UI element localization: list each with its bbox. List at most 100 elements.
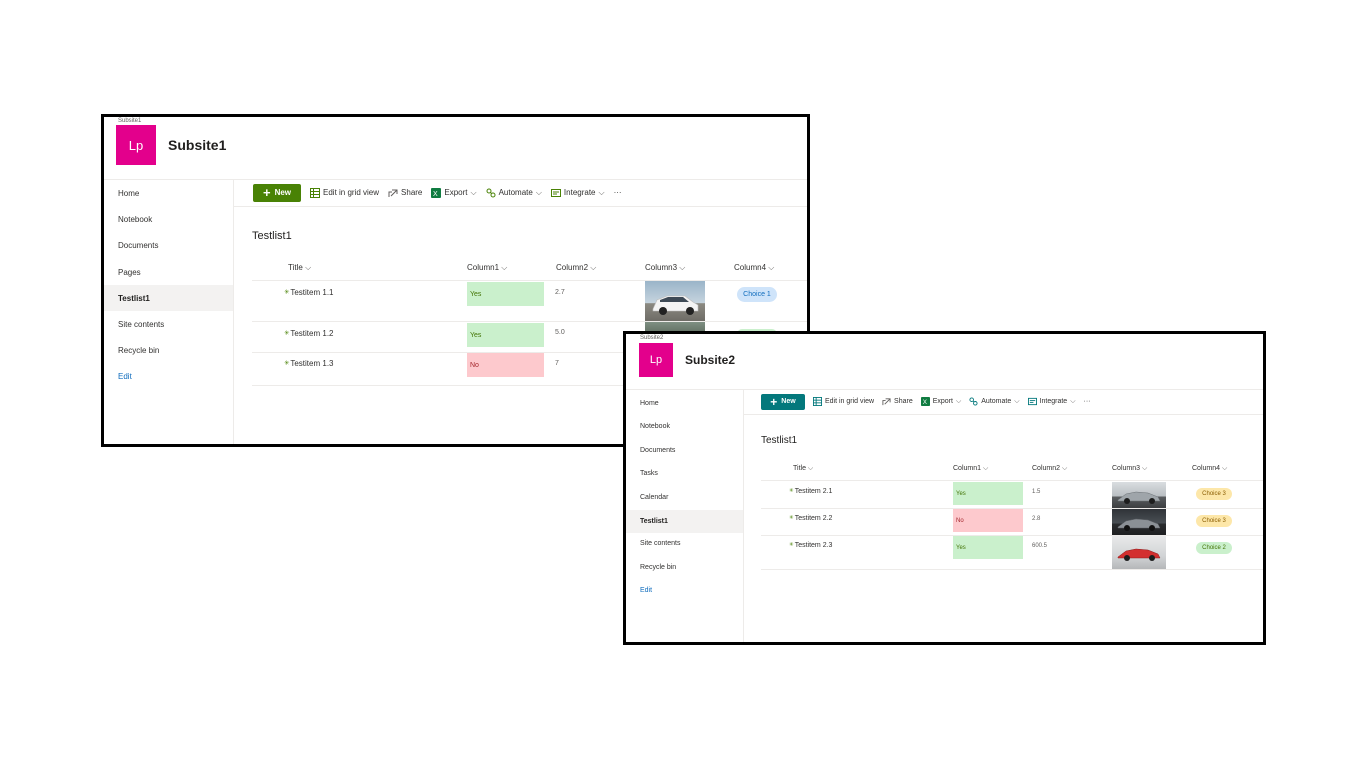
nav-item-edit[interactable]: Edit xyxy=(104,366,233,386)
car-thumbnail-image[interactable] xyxy=(1112,536,1166,569)
chevron-down-icon: ⌵ xyxy=(1014,397,1020,405)
breadcrumb[interactable]: Subsite2 xyxy=(640,335,663,341)
new-button[interactable]: + New xyxy=(253,183,301,202)
site-logo[interactable]: Lp xyxy=(116,125,156,165)
nav-item-documents[interactable]: Documents xyxy=(104,235,233,255)
nav-item-documents[interactable]: Documents xyxy=(626,441,743,459)
chevron-down-icon: ⌵ xyxy=(598,187,605,197)
header-divider xyxy=(104,179,807,180)
chevron-down-icon: ⌵ xyxy=(470,187,477,197)
chevron-down-icon: ⌵ xyxy=(501,263,508,272)
column-header-column2[interactable]: Column2 ⌵ xyxy=(556,263,596,273)
excel-icon: X xyxy=(920,397,930,406)
chevron-down-icon: ⌵ xyxy=(1070,397,1076,405)
header-row-divider xyxy=(761,480,1263,481)
table-row-title[interactable]: ✳Testitem 2.1 xyxy=(789,488,832,495)
command-bar: + New Edit in grid view Share X Export ⌵… xyxy=(253,183,622,202)
list-title: Testlist1 xyxy=(761,435,798,446)
column-header-column4[interactable]: Column4 ⌵ xyxy=(734,263,774,273)
new-item-icon: ✳ xyxy=(284,330,290,337)
site-title[interactable]: Subsite1 xyxy=(168,137,226,153)
column2-cell: 2.8 xyxy=(1032,516,1041,522)
integrate-icon xyxy=(1027,397,1037,406)
command-bar-divider xyxy=(234,206,807,207)
nav-item-tasks[interactable]: Tasks xyxy=(626,464,743,482)
chevron-down-icon: ⌵ xyxy=(982,465,989,472)
new-item-icon: ✳ xyxy=(789,515,794,521)
table-row-title[interactable]: ✳Testitem 1.2 xyxy=(284,329,334,338)
nav-item-testlist1[interactable]: Testlist1 xyxy=(626,510,743,533)
automate-icon xyxy=(969,397,978,406)
column-header-column3[interactable]: Column3 ⌵ xyxy=(1112,465,1147,473)
column2-cell: 7 xyxy=(555,360,559,367)
column-header-column1[interactable]: Column1 ⌵ xyxy=(467,263,507,273)
chevron-down-icon: ⌵ xyxy=(768,263,775,272)
nav-divider xyxy=(743,390,744,642)
automate-button[interactable]: Automate ⌵ xyxy=(486,188,542,198)
column-header-column4[interactable]: Column4 ⌵ xyxy=(1192,465,1227,473)
car-thumbnail-image[interactable] xyxy=(1112,509,1166,535)
share-button[interactable]: Share xyxy=(388,188,422,198)
header-divider xyxy=(626,389,1263,390)
red-sports-car-image xyxy=(1117,548,1161,561)
column-header-title[interactable]: Title ⌵ xyxy=(288,263,311,273)
column1-cell: Yes xyxy=(467,282,544,306)
new-item-icon: ✳ xyxy=(284,360,290,367)
new-button[interactable]: + New xyxy=(761,393,805,410)
nav-item-site-contents[interactable]: Site contents xyxy=(104,314,233,334)
table-row-title[interactable]: ✳Testitem 2.3 xyxy=(789,542,832,549)
nav-item-notebook[interactable]: Notebook xyxy=(626,417,743,435)
site-logo[interactable]: Lp xyxy=(639,343,673,377)
automate-button[interactable]: Automate ⌵ xyxy=(969,397,1020,406)
edit-grid-view-button[interactable]: Edit in grid view xyxy=(310,187,379,198)
grid-icon xyxy=(813,397,822,406)
column2-cell: 2.7 xyxy=(555,289,565,296)
table-row-title[interactable]: ✳Testitem 1.3 xyxy=(284,359,334,368)
table-row-title[interactable]: ✳Testitem 2.2 xyxy=(789,515,832,522)
new-item-icon: ✳ xyxy=(284,289,290,296)
nav-item-recycle-bin[interactable]: Recycle bin xyxy=(104,340,233,360)
column-header-title[interactable]: Title ⌵ xyxy=(793,465,813,473)
chevron-down-icon: ⌵ xyxy=(1141,465,1148,472)
nav-item-calendar[interactable]: Calendar xyxy=(626,488,743,506)
column-header-column3[interactable]: Column3 ⌵ xyxy=(645,263,685,273)
silver-sports-car-image xyxy=(1117,491,1161,504)
nav-item-site-contents[interactable]: Site contents xyxy=(626,534,743,552)
more-options-button[interactable]: ··· xyxy=(1084,398,1091,405)
column1-cell: No xyxy=(467,353,544,377)
car-thumbnail-image[interactable] xyxy=(645,281,705,321)
table-row-title[interactable]: ✳Testitem 1.1 xyxy=(284,288,334,297)
command-bar-divider xyxy=(744,414,1263,415)
nav-item-recycle-bin[interactable]: Recycle bin xyxy=(626,558,743,576)
nav-item-home[interactable]: Home xyxy=(626,394,743,412)
plus-icon: + xyxy=(262,185,271,200)
nav-item-notebook[interactable]: Notebook xyxy=(104,209,233,229)
breadcrumb[interactable]: Subsite1 xyxy=(118,118,141,124)
column1-cell: Yes xyxy=(953,536,1023,559)
column-header-column2[interactable]: Column2 ⌵ xyxy=(1032,465,1067,473)
share-icon xyxy=(882,398,891,406)
export-button[interactable]: X Export ⌵ xyxy=(920,397,961,406)
car-thumbnail-image[interactable] xyxy=(1112,482,1166,508)
integrate-button[interactable]: Integrate ⌵ xyxy=(1027,397,1076,406)
edit-grid-view-button[interactable]: Edit in grid view xyxy=(813,397,874,406)
more-options-button[interactable]: ··· xyxy=(614,188,622,197)
nav-item-pages[interactable]: Pages xyxy=(104,262,233,282)
excel-icon: X xyxy=(431,187,442,198)
nav-item-home[interactable]: Home xyxy=(104,183,233,203)
choice-badge: Choice 3 xyxy=(1196,515,1232,527)
column-header-column1[interactable]: Column1 ⌵ xyxy=(953,465,988,473)
site-title[interactable]: Subsite2 xyxy=(685,353,735,367)
export-button[interactable]: X Export ⌵ xyxy=(431,187,477,198)
column1-cell: Yes xyxy=(467,323,544,347)
automate-icon xyxy=(486,188,496,197)
nav-item-testlist1[interactable]: Testlist1 xyxy=(104,285,233,311)
plus-icon: + xyxy=(770,394,778,409)
new-item-icon: ✳ xyxy=(789,488,794,494)
integrate-icon xyxy=(550,188,561,197)
integrate-button[interactable]: Integrate ⌵ xyxy=(550,187,605,198)
share-button[interactable]: Share xyxy=(882,397,913,406)
nav-item-edit[interactable]: Edit xyxy=(626,581,743,599)
choice-badge: Choice 1 xyxy=(737,287,777,302)
svg-text:X: X xyxy=(433,191,438,198)
